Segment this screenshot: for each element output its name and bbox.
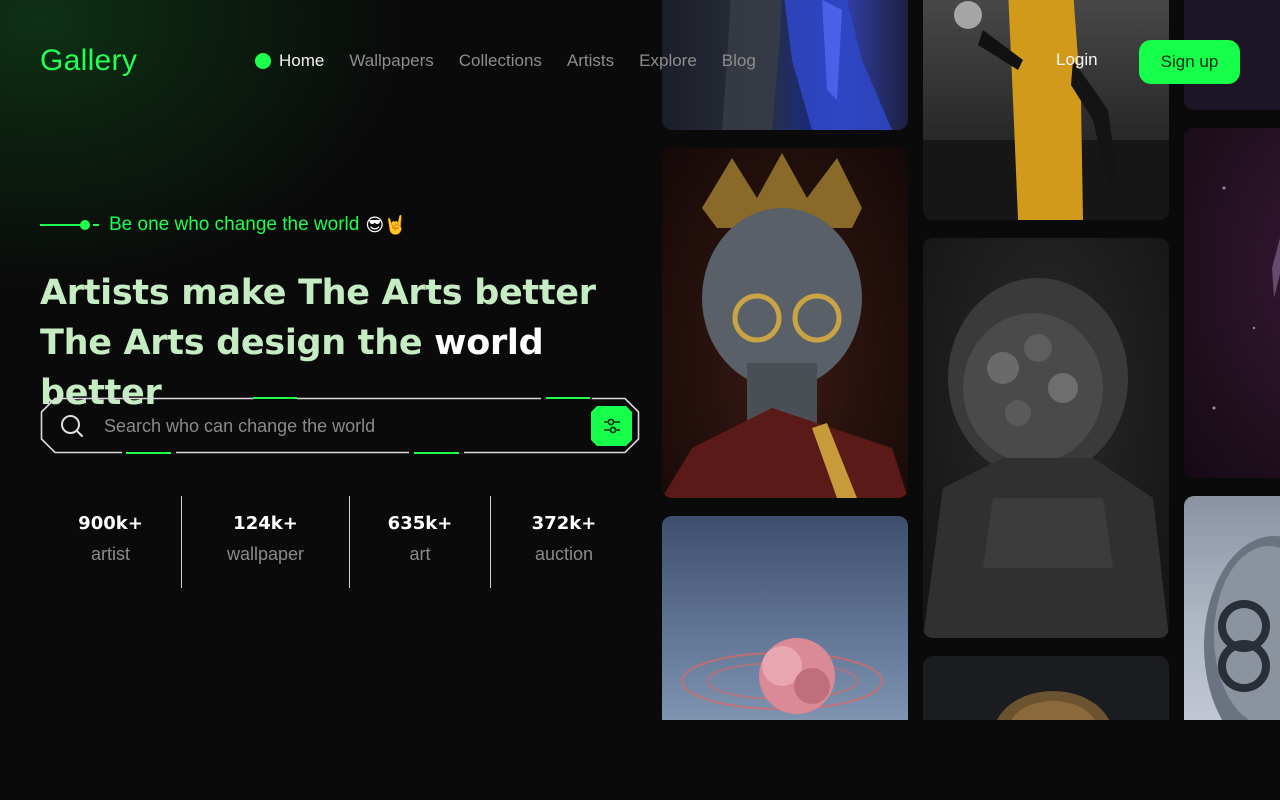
stat-value: 124k+ <box>233 513 298 534</box>
stat-label: wallpaper <box>226 544 305 564</box>
main-nav: Home Wallpapers Collections Artists Expl… <box>255 50 781 72</box>
sliders-icon <box>603 418 620 434</box>
tagline-dot-decoration <box>80 220 90 230</box>
search-icon <box>61 415 83 437</box>
stat-label: artist <box>90 544 130 564</box>
nav-item-blog[interactable]: Blog <box>722 51 756 71</box>
tagline-line-decoration <box>40 224 82 226</box>
signup-button[interactable]: Sign up <box>1139 40 1240 84</box>
tagline-emoji: 😎🤘 <box>365 214 407 236</box>
nav-item-wallpapers[interactable]: Wallpapers <box>349 51 433 71</box>
gallery-image-bronze-helmet[interactable] <box>923 656 1169 720</box>
stat-value: 900k+ <box>78 513 143 534</box>
stats-row: 900k+ artist 124k+ wallpaper 635k+ art 3… <box>40 496 637 588</box>
headline-highlight-word: world <box>434 323 544 363</box>
page: Gallery Home Wallpapers Collections Arti… <box>0 0 1280 800</box>
gallery-image-crowned-statue[interactable] <box>662 148 908 498</box>
login-link[interactable]: Login <box>1056 50 1098 70</box>
stat-wallpaper: 124k+ wallpaper <box>182 496 349 588</box>
tagline: Be one who change the world 😎🤘 <box>40 214 407 236</box>
stat-art: 635k+ art <box>350 496 490 588</box>
gallery-image-astronaut-flowers[interactable] <box>923 238 1169 638</box>
stat-label: auction <box>534 544 594 564</box>
nav-item-label: Home <box>279 51 325 70</box>
headline-line-2-start: The Arts design the <box>40 323 423 363</box>
gallery-image-chrome-head[interactable] <box>1184 496 1280 720</box>
nav-item-collections[interactable]: Collections <box>459 51 542 71</box>
stat-artist: 900k+ artist <box>40 496 181 588</box>
gallery-image-flower-planet[interactable] <box>662 516 908 720</box>
tagline-text: Be one who change the world <box>109 214 360 235</box>
active-indicator-dot <box>255 53 271 69</box>
nav-item-artists[interactable]: Artists <box>567 51 614 71</box>
filter-button[interactable] <box>591 406 632 446</box>
tagline-dash-decoration <box>93 224 99 226</box>
gallery-image-purple-figure[interactable] <box>1184 128 1280 478</box>
search-bar <box>40 397 640 454</box>
stat-value: 635k+ <box>387 513 453 534</box>
image-gallery <box>662 0 1280 720</box>
hero-headline: Artists make The Arts better The Arts de… <box>40 268 660 418</box>
nav-item-home[interactable]: Home <box>255 51 324 71</box>
nav-item-explore[interactable]: Explore <box>639 51 697 71</box>
search-input[interactable] <box>104 411 584 441</box>
logo[interactable]: Gallery <box>40 44 137 78</box>
stat-auction: 372k+ auction <box>491 496 637 588</box>
stat-label: art <box>409 544 431 564</box>
headline-line-1: Artists make The Arts better <box>40 273 596 313</box>
gallery-image-yellow-robe-figure[interactable] <box>923 0 1169 220</box>
stat-value: 372k+ <box>531 513 597 534</box>
